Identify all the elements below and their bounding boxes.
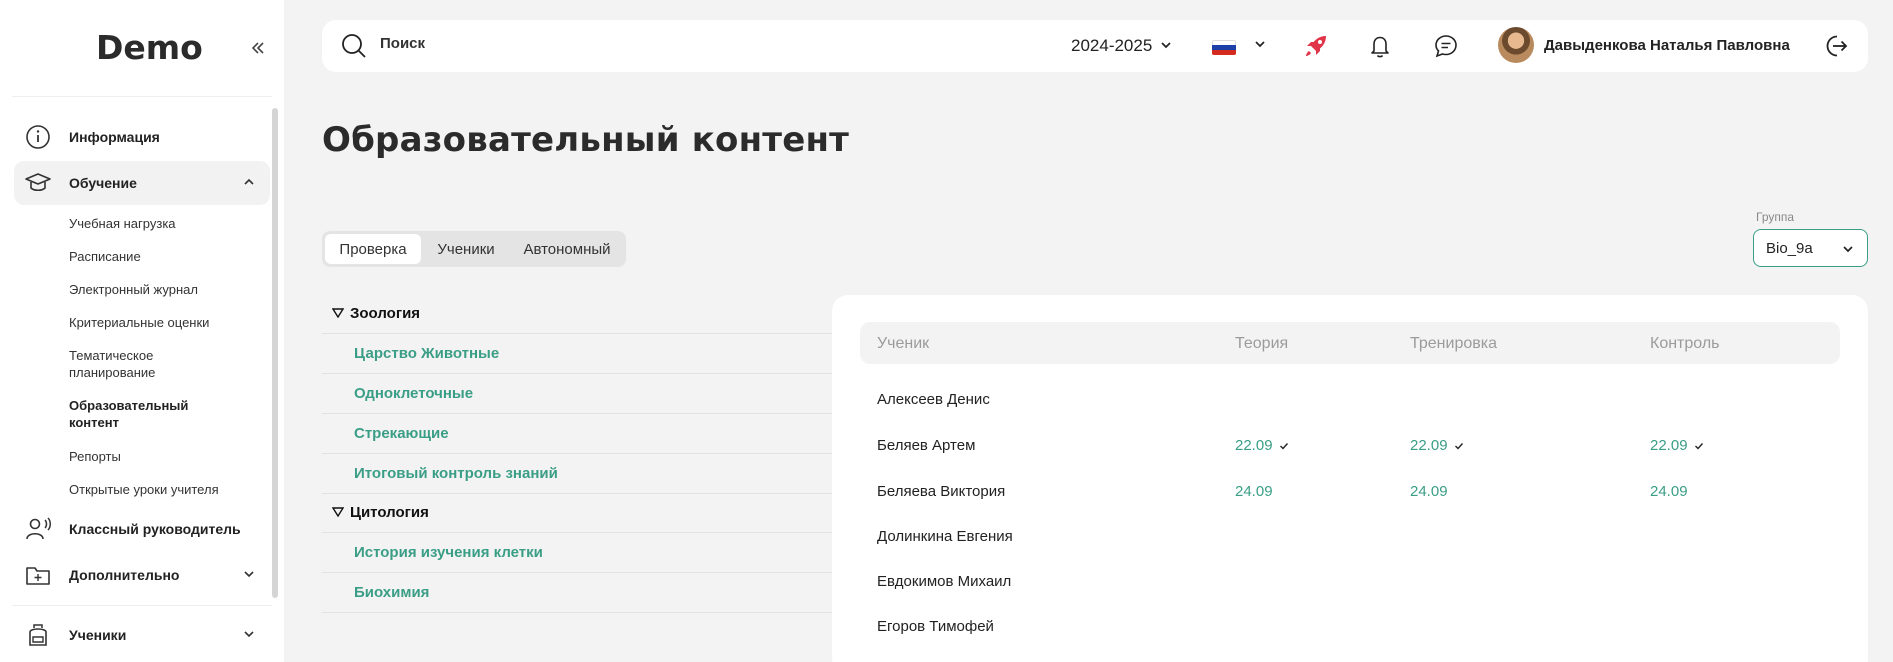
date-text: 22.09: [1410, 437, 1448, 454]
sidebar-subitem-content[interactable]: Образовательный контент: [69, 397, 199, 431]
group-select[interactable]: Bio_9a: [1753, 229, 1868, 267]
table-row: Беляев Артем 22.09 22.09 22.09: [860, 423, 1840, 469]
tree-lesson[interactable]: Царство Животные: [322, 334, 832, 374]
tab-autonomous[interactable]: Автономный: [512, 234, 622, 264]
folder-plus-icon: [24, 561, 52, 589]
user-name[interactable]: Давыденкова Наталья Павловна: [1544, 37, 1790, 54]
russian-flag-icon[interactable]: [1212, 40, 1236, 55]
view-tabs: Проверка Ученики Автономный: [322, 231, 626, 267]
student-name[interactable]: Евдокимов Михаил: [877, 573, 1011, 590]
sidebar: Demo Информация Обучение Учебная нагрузк…: [0, 0, 284, 662]
chevron-down-icon[interactable]: [1159, 38, 1173, 57]
triangle-down-icon: [331, 504, 345, 521]
sidebar-item-label: Классный руководитель: [69, 521, 241, 537]
sidebar-subitem-open-lessons[interactable]: Открытые уроки учителя: [69, 481, 239, 498]
person-voice-icon: [24, 515, 52, 543]
table-row: Долинкина Евгения: [860, 514, 1840, 560]
chevron-down-icon: [1841, 242, 1855, 261]
check-icon: [1694, 442, 1703, 450]
check-icon: [1279, 442, 1288, 450]
table-row: Егоров Тимофей: [860, 604, 1840, 650]
sidebar-item-students[interactable]: Ученики: [14, 613, 270, 657]
group-select-value: Bio_9a: [1766, 240, 1813, 257]
date-text: 22.09: [1650, 437, 1688, 454]
sidebar-subitem-schedule[interactable]: Расписание: [69, 248, 239, 265]
control-date[interactable]: 22.09: [1650, 437, 1704, 454]
avatar[interactable]: [1498, 27, 1534, 63]
sidebar-item-label: Информация: [69, 129, 160, 145]
column-header-student: Ученик: [877, 335, 930, 352]
progress-table-panel: Ученик Теория Тренировка Контроль Алексе…: [832, 295, 1868, 662]
sidebar-item-additional[interactable]: Дополнительно: [14, 553, 270, 597]
chevron-down-icon: [242, 567, 256, 586]
tree-topic-cytology[interactable]: Цитология: [322, 493, 832, 533]
brand-logo: Demo: [96, 28, 203, 67]
collapse-sidebar-icon[interactable]: [250, 36, 266, 62]
date-text: 22.09: [1235, 437, 1273, 454]
sidebar-subitem-journal[interactable]: Электронный журнал: [69, 281, 239, 298]
academic-year-select[interactable]: 2024-2025: [1071, 36, 1152, 56]
chevron-down-icon[interactable]: [1253, 37, 1267, 56]
column-header-control: Контроль: [1650, 335, 1720, 352]
sidebar-item-label: Ученики: [69, 627, 127, 643]
tab-review[interactable]: Проверка: [325, 234, 421, 264]
sidebar-item-education[interactable]: Обучение: [14, 161, 270, 205]
logout-icon[interactable]: [1822, 32, 1850, 65]
tree-lesson[interactable]: История изучения клетки: [322, 533, 832, 573]
sidebar-item-class-teacher[interactable]: Классный руководитель: [14, 507, 270, 551]
student-name[interactable]: Долинкина Евгения: [877, 528, 1013, 545]
student-name[interactable]: Алексеев Денис: [877, 391, 990, 408]
sidebar-item-label: Дополнительно: [69, 567, 180, 583]
group-label: Группа: [1756, 210, 1795, 224]
table-row: Алексеев Денис: [860, 377, 1840, 423]
chevron-down-icon: [242, 627, 256, 646]
tree-lesson[interactable]: Биохимия: [322, 573, 832, 613]
table-row: Евдокимов Михаил: [860, 559, 1840, 605]
student-name[interactable]: Егоров Тимофей: [877, 618, 994, 635]
graduation-cap-icon: [24, 169, 52, 197]
sidebar-subitem-reports[interactable]: Репорты: [69, 448, 239, 465]
column-header-theory: Теория: [1235, 335, 1289, 352]
triangle-down-icon: [331, 305, 345, 322]
sidebar-item-info[interactable]: Информация: [14, 115, 270, 159]
rocket-icon[interactable]: [1302, 32, 1330, 65]
tab-students[interactable]: Ученики: [424, 234, 508, 264]
tree-topic-zoology[interactable]: Зоология: [322, 294, 832, 334]
tree-topic-label: Цитология: [350, 504, 429, 521]
table-row: Беляева Виктория 24.09 24.09 24.09: [860, 469, 1840, 515]
search-input[interactable]: [380, 35, 780, 52]
tree-lesson[interactable]: Итоговый контроль знаний: [322, 454, 832, 494]
tree-topic-label: Зоология: [350, 305, 421, 322]
table-header: Ученик Теория Тренировка Контроль: [860, 322, 1840, 364]
theory-date[interactable]: 22.09: [1235, 437, 1289, 454]
chat-icon[interactable]: [1432, 32, 1460, 65]
training-date[interactable]: 24.09: [1410, 483, 1448, 500]
bell-icon[interactable]: [1366, 32, 1394, 65]
theory-date[interactable]: 24.09: [1235, 483, 1273, 500]
student-name[interactable]: Беляев Артем: [877, 437, 975, 454]
student-name[interactable]: Беляева Виктория: [877, 483, 1005, 500]
tree-lesson[interactable]: Стрекающие: [322, 414, 832, 454]
check-icon: [1454, 442, 1463, 450]
info-icon: [24, 123, 52, 151]
chevron-up-icon: [242, 175, 256, 194]
sidebar-subitem-criteria[interactable]: Критериальные оценки: [69, 314, 239, 331]
divider: [12, 605, 272, 606]
sidebar-scrollbar[interactable]: [272, 108, 278, 598]
search-icon[interactable]: [340, 32, 368, 65]
sidebar-subitem-planning[interactable]: Тематическое планирование: [69, 347, 179, 381]
top-header: 2024-2025 Давыденкова Наталья Павловна: [322, 20, 1868, 72]
training-date[interactable]: 22.09: [1410, 437, 1464, 454]
page-title: Образовательный контент: [322, 120, 850, 160]
column-header-training: Тренировка: [1410, 335, 1497, 352]
tree-lesson[interactable]: Одноклеточные: [322, 374, 832, 414]
backpack-icon: [24, 621, 52, 649]
divider: [12, 96, 272, 97]
control-date[interactable]: 24.09: [1650, 483, 1688, 500]
sidebar-subitem-workload[interactable]: Учебная нагрузка: [69, 215, 239, 232]
sidebar-item-label: Обучение: [69, 175, 137, 191]
